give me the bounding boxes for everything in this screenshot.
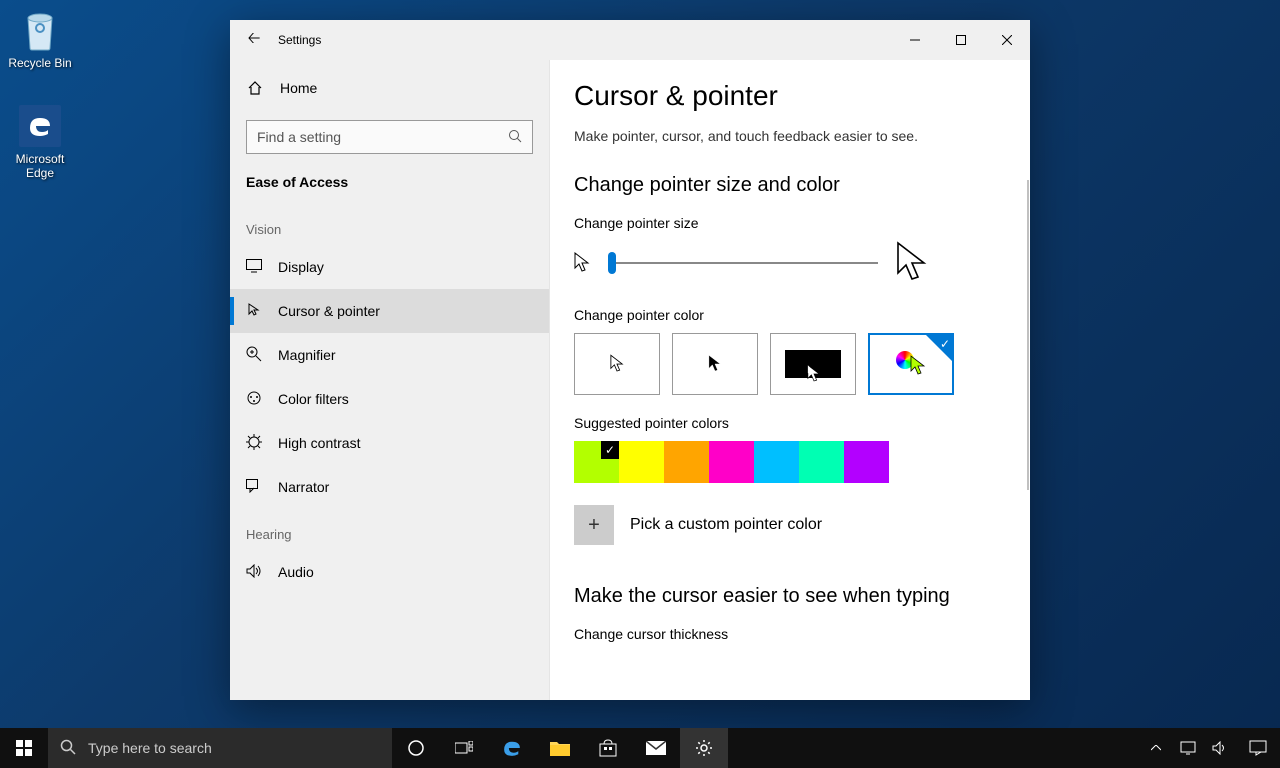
slider-thumb[interactable]	[608, 252, 616, 274]
pointer-color-white[interactable]	[574, 333, 660, 395]
search-placeholder: Find a setting	[257, 129, 341, 145]
sidebar-category-hearing: Hearing	[230, 509, 549, 550]
audio-icon	[246, 564, 262, 581]
desktop-icon-label: Microsoft Edge	[2, 152, 78, 180]
scrollbar[interactable]	[1027, 180, 1029, 490]
taskbar-search-placeholder: Type here to search	[88, 740, 212, 756]
sidebar-home[interactable]: Home	[230, 64, 549, 112]
search-input[interactable]: Find a setting	[246, 120, 533, 154]
sidebar-home-label: Home	[280, 80, 317, 96]
custom-color-label: Pick a custom pointer color	[630, 516, 822, 534]
pointer-color-inverted[interactable]	[770, 333, 856, 395]
sidebar-item-magnifier[interactable]: Magnifier	[230, 333, 549, 377]
swatch-yellow[interactable]	[619, 441, 664, 483]
window-title: Settings	[278, 33, 321, 47]
color-filters-icon	[246, 390, 262, 409]
swatch-purple[interactable]	[844, 441, 889, 483]
tray-chevron[interactable]	[1140, 745, 1172, 751]
pointer-color-options	[574, 333, 1030, 395]
large-cursor-icon	[896, 241, 928, 285]
sidebar-item-label: Audio	[278, 564, 314, 580]
titlebar: 🡠 Settings	[230, 20, 1030, 60]
narrator-icon	[246, 479, 262, 496]
swatch-cyan[interactable]	[754, 441, 799, 483]
swatch-magenta[interactable]	[709, 441, 754, 483]
pointer-color-label: Change pointer color	[574, 307, 1030, 323]
sidebar-item-label: Display	[278, 259, 324, 275]
sidebar-item-label: Magnifier	[278, 347, 336, 363]
settings-window: 🡠 Settings Home Find a setting Ease of A…	[230, 20, 1030, 700]
suggested-swatches	[574, 441, 1030, 483]
minimize-button[interactable]	[892, 20, 938, 60]
pointer-size-label: Change pointer size	[574, 215, 1030, 231]
sidebar-category-vision: Vision	[230, 204, 549, 245]
pointer-size-slider[interactable]	[608, 262, 878, 264]
taskbar-store[interactable]	[584, 728, 632, 768]
section-heading: Make the cursor easier to see when typin…	[574, 585, 1030, 608]
content-area: Cursor & pointer Make pointer, cursor, a…	[550, 60, 1030, 700]
sidebar-item-label: Cursor & pointer	[278, 303, 380, 319]
search-icon	[508, 129, 522, 146]
sidebar: Home Find a setting Ease of Access Visio…	[230, 60, 550, 700]
page-title: Cursor & pointer	[574, 80, 1030, 112]
sidebar-item-cursor[interactable]: Cursor & pointer	[230, 289, 549, 333]
tray-volume-icon[interactable]	[1204, 741, 1236, 755]
taskbar-mail[interactable]	[632, 728, 680, 768]
cortana-button[interactable]	[392, 728, 440, 768]
taskbar-settings[interactable]	[680, 728, 728, 768]
swatch-teal[interactable]	[799, 441, 844, 483]
pointer-size-row	[574, 241, 1030, 285]
desktop-icon-recycle-bin[interactable]: Recycle Bin	[2, 6, 78, 70]
tray-network-icon[interactable]	[1172, 741, 1204, 755]
page-subtitle: Make pointer, cursor, and touch feedback…	[574, 128, 1030, 144]
sidebar-item-label: Narrator	[278, 479, 329, 495]
swatch-orange[interactable]	[664, 441, 709, 483]
desktop-icon-edge[interactable]: Microsoft Edge	[2, 102, 78, 180]
search-icon	[60, 739, 76, 758]
sidebar-item-narrator[interactable]: Narrator	[230, 465, 549, 509]
start-button[interactable]	[0, 728, 48, 768]
edge-icon	[16, 102, 64, 150]
desktop-icon-label: Recycle Bin	[2, 56, 78, 70]
close-button[interactable]	[984, 20, 1030, 60]
task-view-button[interactable]	[440, 728, 488, 768]
sidebar-header: Ease of Access	[230, 166, 549, 204]
pointer-color-custom[interactable]	[868, 333, 954, 395]
custom-color-row: + Pick a custom pointer color	[574, 505, 1030, 545]
sidebar-item-colorfilters[interactable]: Color filters	[230, 377, 549, 421]
sidebar-item-highcontrast[interactable]: High contrast	[230, 421, 549, 465]
pointer-color-black[interactable]	[672, 333, 758, 395]
recycle-bin-icon	[16, 6, 64, 54]
taskbar-edge[interactable]	[488, 728, 536, 768]
taskbar: Type here to search	[0, 728, 1280, 768]
tray-notifications-icon[interactable]	[1236, 740, 1280, 756]
sidebar-item-label: High contrast	[278, 435, 360, 451]
back-button[interactable]: 🡠	[230, 27, 278, 54]
checkmark-icon	[926, 335, 952, 361]
maximize-button[interactable]	[938, 20, 984, 60]
display-icon	[246, 259, 262, 276]
high-contrast-icon	[246, 434, 262, 453]
add-custom-color-button[interactable]: +	[574, 505, 614, 545]
small-cursor-icon	[574, 252, 590, 274]
swatch-lime[interactable]	[574, 441, 619, 483]
system-tray	[1140, 728, 1280, 768]
sidebar-item-display[interactable]: Display	[230, 245, 549, 289]
taskbar-explorer[interactable]	[536, 728, 584, 768]
home-icon	[246, 80, 264, 96]
cursor-icon	[246, 302, 262, 321]
taskbar-search[interactable]: Type here to search	[48, 728, 392, 768]
sidebar-item-label: Color filters	[278, 391, 349, 407]
cursor-thickness-label: Change cursor thickness	[574, 626, 1030, 642]
magnifier-icon	[246, 346, 262, 365]
section-heading: Change pointer size and color	[574, 174, 1030, 197]
sidebar-item-audio[interactable]: Audio	[230, 550, 549, 594]
suggested-colors-label: Suggested pointer colors	[574, 415, 1030, 431]
